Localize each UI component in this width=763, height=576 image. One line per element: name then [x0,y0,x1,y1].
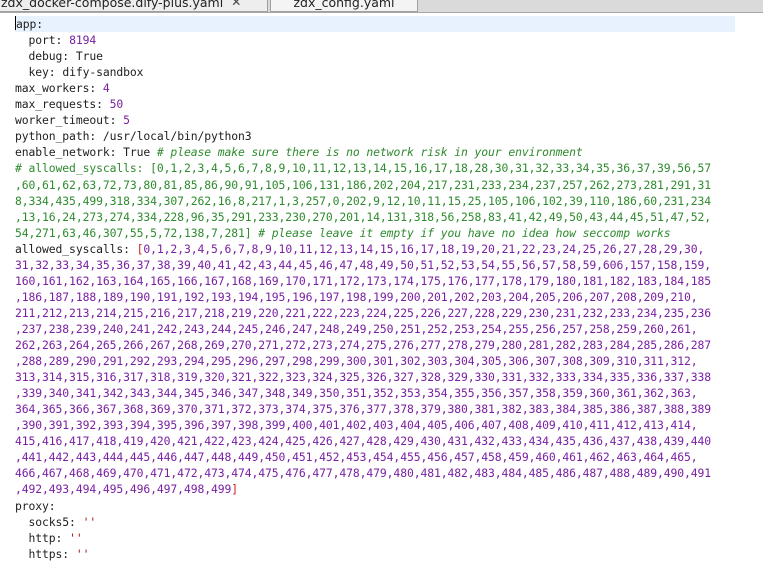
code-line[interactable]: 313,314,315,316,317,318,319,320,321,322,… [15,369,711,385]
tab-label: zdx_config.yaml [293,0,395,10]
code-token-arr: ,186,187,188,189,190,191,192,193,194,195… [15,289,698,304]
code-editor[interactable]: app: port: 8194 debug: True key: dify-sa… [12,12,763,576]
code-token-key: enable_network: [15,145,124,160]
code-line[interactable]: python_path: /usr/local/bin/python3 [15,128,252,144]
code-line[interactable]: # allowed_syscalls: [0,1,2,3,4,5,6,7,8,9… [15,160,711,176]
code-token-key: app: [16,17,44,31]
code-token-arr: ,339,340,341,342,343,344,345,346,347,348… [15,386,698,401]
code-line[interactable]: 466,467,468,469,470,471,472,473,474,475,… [15,465,711,481]
code-token-val: /usr/local/bin/python3 [102,129,252,144]
code-token-arr: 0,1,2,3,4,5,6,7,8,9,10,11,12,13,14,15,16… [143,241,705,256]
code-line[interactable]: 262,263,264,265,266,267,268,269,270,271,… [15,337,711,353]
code-token-key: worker_timeout: [15,113,124,128]
code-line[interactable]: ,288,289,290,291,292,293,294,295,296,297… [15,353,698,369]
code-token-arr: 31,32,33,34,35,36,37,38,39,40,41,42,43,4… [15,257,712,272]
code-token-comment2: ,60,61,62,63,72,73,80,81,85,86,90,91,105… [15,177,712,192]
code-token-key: max_workers: [15,81,103,96]
code-token-comment: # please leave it empty if you have no i… [258,225,671,240]
code-line[interactable]: key: dify-sandbox [15,64,144,80]
code-token-arr: 160,161,162,163,164,165,166,167,168,169,… [15,273,712,288]
code-token-val: dify-sandbox [62,65,144,80]
code-token-comment2: 54,271,63,46,307,55,5,72,138,7,281] [15,225,259,240]
code-token-comment: # please make sure there is no network r… [156,145,583,160]
code-token-key: socks5: [15,514,83,529]
code-token-num: 4 [102,81,110,96]
code-token-num: 8194 [69,33,97,48]
code-line[interactable]: ,390,391,392,393,394,395,396,397,398,399… [15,417,698,433]
code-line[interactable]: 211,212,213,214,215,216,217,218,219,220,… [15,305,711,321]
code-token-key: https: [15,546,76,561]
code-token-key: max_requests: [15,97,110,112]
code-token-key: http: [15,530,70,545]
code-line[interactable]: ,60,61,62,63,72,73,80,81,85,86,90,91,105… [15,177,711,193]
code-line[interactable]: socks5: '' [15,514,97,530]
code-token-str: '' [82,514,97,529]
code-token-arr: 364,365,366,367,368,369,370,371,372,373,… [15,402,712,417]
code-line[interactable]: max_requests: 50 [15,96,123,112]
code-token-str: '' [69,530,83,545]
code-line[interactable]: 54,271,63,46,307,55,5,72,138,7,281] # pl… [15,225,671,241]
code-token-close: ] [231,482,239,497]
code-token-val: True [123,145,157,160]
code-token-str: '' [75,546,90,561]
code-token-arr: ,288,289,290,291,292,293,294,295,296,297… [15,354,698,369]
code-line[interactable]: worker_timeout: 5 [15,112,130,128]
code-token-key: key: [15,65,63,80]
code-token-val: True [75,49,103,64]
code-token-comment2: # allowed_syscalls: [0,1,2,3,4,5,6,7,8,9… [15,161,712,176]
tab-docker-compose[interactable]: zdx_docker-compose.dify-plus.yaml ✕ [0,0,268,12]
code-line[interactable]: debug: True [15,48,103,64]
code-token-arr: 415,416,417,418,419,420,421,422,423,424,… [15,434,712,449]
code-line[interactable]: proxy: [15,498,56,514]
code-token-key: debug: [15,49,76,64]
code-line[interactable]: ,441,442,443,444,445,446,447,448,449,450… [15,449,698,465]
code-line[interactable]: app: [15,16,735,32]
code-token-key: allowed_syscalls: [15,241,137,256]
code-line[interactable]: http: '' [15,530,83,546]
code-line[interactable]: 415,416,417,418,419,420,421,422,423,424,… [15,433,711,449]
code-line[interactable]: ,492,493,494,495,496,497,498,499] [15,481,238,497]
code-token-arr: ,237,238,239,240,241,242,243,244,245,246… [15,321,698,336]
code-token-key: port: [15,33,70,48]
code-token-arr: ,492,493,494,495,496,497,498,499 [15,482,232,497]
code-line[interactable]: ,186,187,188,189,190,191,192,193,194,195… [15,289,698,305]
code-line[interactable]: allowed_syscalls: [0,1,2,3,4,5,6,7,8,9,1… [15,241,704,257]
code-line[interactable]: enable_network: True # please make sure … [15,144,583,160]
code-token-num: 50 [109,97,124,112]
tab-config[interactable]: zdx_config.yaml [270,0,418,12]
code-token-key: python_path: [15,129,103,144]
tab-label: zdx_docker-compose.dify-plus.yaml [1,0,224,10]
code-token-arr: 313,314,315,316,317,318,319,320,321,322,… [15,370,712,385]
code-line[interactable]: 8,334,435,499,318,334,307,262,16,8,217,1… [15,193,711,209]
code-token-arr: 466,467,468,469,470,471,472,473,474,475,… [15,466,712,481]
code-token-arr: 211,212,213,214,215,216,217,218,219,220,… [15,305,712,320]
code-line[interactable]: ,339,340,341,342,343,344,345,346,347,348… [15,385,698,401]
code-line[interactable]: 31,32,33,34,35,36,37,38,39,40,41,42,43,4… [15,257,711,273]
code-token-key: proxy: [15,498,56,513]
code-line[interactable]: max_workers: 4 [15,80,110,96]
code-token-arr: ,390,391,392,393,394,395,396,397,398,399… [15,418,698,433]
code-token-arr: ,441,442,443,444,445,446,447,448,449,450… [15,450,698,465]
code-token-arr: 262,263,264,265,266,267,268,269,270,271,… [15,338,712,352]
code-token-num: 5 [123,113,130,128]
code-token-comment2: 8,334,435,499,318,334,307,262,16,8,217,1… [15,193,712,208]
code-token-comment2: ,13,16,24,273,274,334,228,96,35,291,233,… [15,209,712,224]
code-line[interactable]: 364,365,366,367,368,369,370,371,372,373,… [15,401,711,417]
close-icon[interactable]: ✕ [231,0,241,9]
code-line[interactable]: port: 8194 [15,32,97,48]
code-line[interactable]: ,237,238,239,240,241,242,243,244,245,246… [15,321,698,337]
code-line[interactable]: ,13,16,24,273,274,334,228,96,35,291,233,… [15,209,711,225]
code-line[interactable]: https: '' [15,546,90,562]
code-line[interactable]: 160,161,162,163,164,165,166,167,168,169,… [15,273,711,289]
